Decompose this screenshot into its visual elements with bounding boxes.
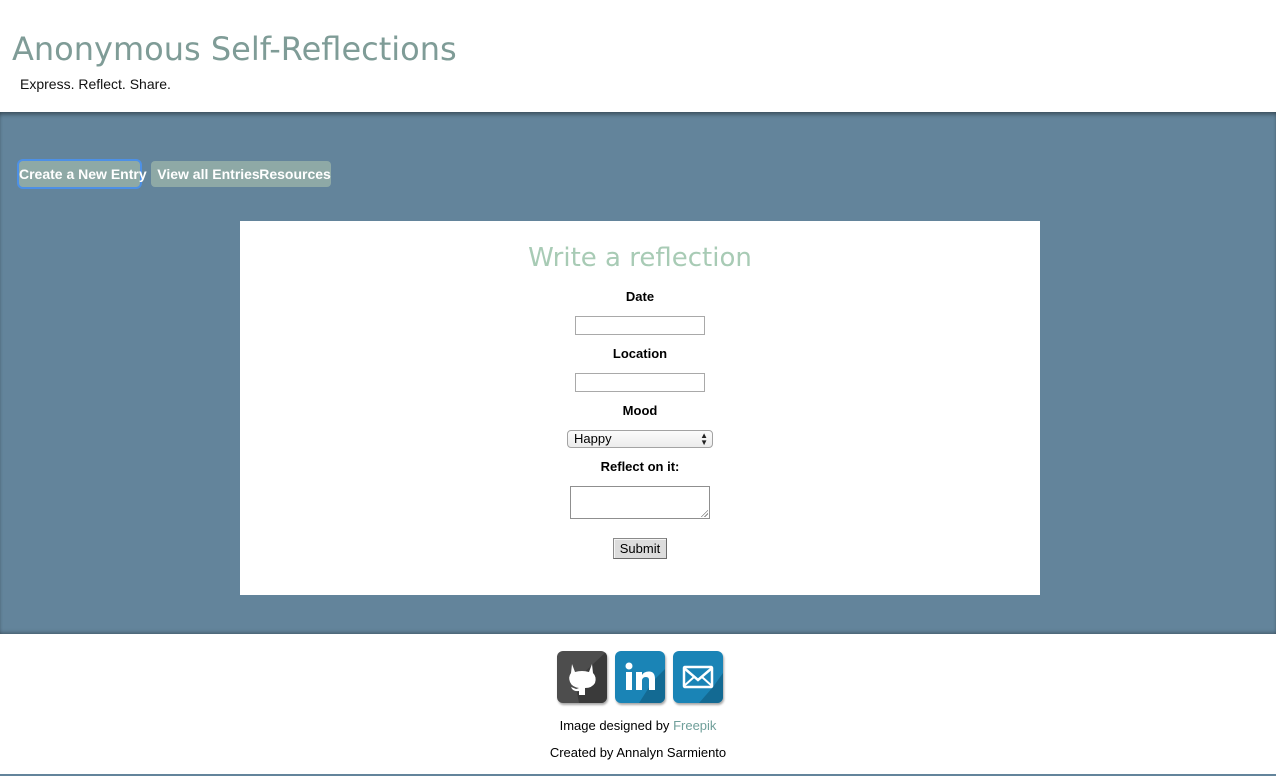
reflect-label: Reflect on it:: [600, 459, 680, 474]
location-label: Location: [612, 346, 668, 361]
date-input[interactable]: [575, 316, 705, 335]
mood-select-value: Happy: [574, 431, 612, 446]
reflect-textarea[interactable]: [570, 486, 710, 519]
date-label: Date: [625, 289, 655, 304]
nav-view-entries-button[interactable]: View all Entries: [151, 161, 266, 187]
nav-create-entry-button[interactable]: Create a New Entry: [19, 161, 147, 187]
github-icon[interactable]: [557, 651, 607, 703]
resize-grip-icon[interactable]: [700, 509, 708, 517]
main-content: Create a New Entry View all Entries Reso…: [0, 112, 1276, 634]
mood-select[interactable]: Happy ▲ ▼: [567, 430, 713, 448]
freepik-link[interactable]: Freepik: [673, 718, 716, 733]
linkedin-icon[interactable]: [615, 651, 665, 703]
select-arrows-icon: ▲ ▼: [700, 431, 708, 447]
email-icon[interactable]: [673, 651, 723, 703]
reflection-form: Write a reflection Date Location Mood Ha…: [240, 221, 1040, 595]
form-title: Write a reflection: [528, 243, 752, 273]
site-header: Anonymous Self-Reflections Express. Refl…: [0, 0, 1276, 112]
image-credit-text: Image designed by: [559, 718, 670, 733]
site-footer: Image designed by Freepik Created by Ann…: [0, 634, 1276, 776]
submit-button[interactable]: Submit: [613, 538, 667, 559]
nav-resources-button[interactable]: Resources: [259, 161, 331, 187]
location-input[interactable]: [575, 373, 705, 392]
site-tagline: Express. Reflect. Share.: [20, 76, 171, 92]
created-by-credit: Created by Annalyn Sarmiento: [549, 745, 727, 760]
site-title: Anonymous Self-Reflections: [12, 30, 457, 68]
image-credit: Image designed by Freepik: [0, 718, 1276, 733]
mood-label: Mood: [622, 403, 658, 418]
